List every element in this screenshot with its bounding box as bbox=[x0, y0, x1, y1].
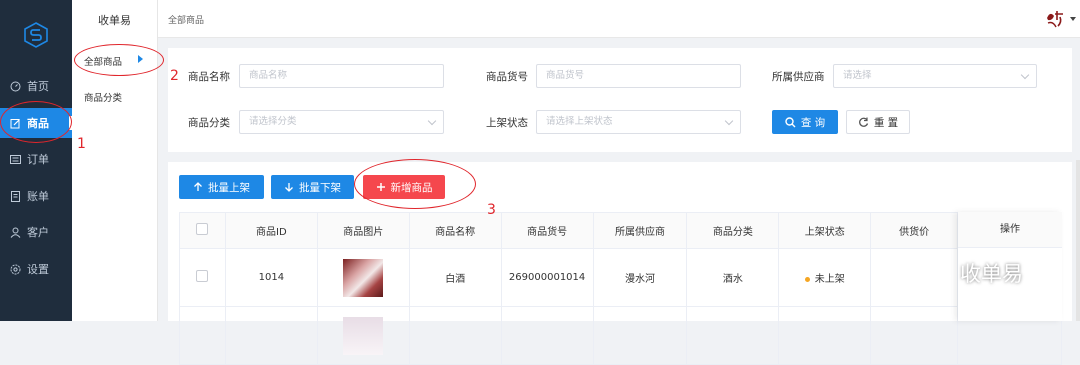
cell-product-id: 1014 bbox=[225, 248, 318, 307]
chevron-down-icon bbox=[724, 116, 734, 126]
column-header[interactable]: 上架状态 bbox=[778, 212, 872, 249]
column-header[interactable]: 商品分类 bbox=[686, 212, 780, 249]
top-bar: 全部商品 bbox=[158, 0, 1080, 38]
watermark-text: 收单易 bbox=[960, 262, 1023, 286]
s-logo-icon[interactable] bbox=[24, 22, 48, 48]
column-header[interactable]: 商品货号 bbox=[501, 212, 594, 249]
cell-supplier: 漫水河 bbox=[593, 248, 688, 307]
table-row[interactable] bbox=[179, 306, 1062, 365]
filter-status-label: 上架状态 bbox=[486, 117, 528, 129]
reset-button-label: 重 置 bbox=[873, 116, 899, 129]
user-icon bbox=[10, 227, 21, 238]
cell-product-code: 269000001014 bbox=[501, 248, 594, 307]
column-header[interactable]: 供货价 bbox=[870, 212, 959, 249]
cell-status: 未上架 bbox=[778, 248, 872, 307]
search-button[interactable]: 查 询 bbox=[772, 110, 838, 134]
nav-item-home[interactable]: 首页 bbox=[0, 71, 72, 101]
batch-on-shelf-button[interactable]: 批量上架 bbox=[179, 175, 264, 199]
subnav-title: 收单易 bbox=[98, 14, 131, 27]
subnav-item-categories[interactable]: 商品分类 bbox=[84, 90, 122, 104]
nav-label: 客户 bbox=[27, 226, 49, 239]
status-select-placeholder: 请选择上架状态 bbox=[546, 116, 613, 127]
list-icon bbox=[10, 154, 21, 165]
arrow-up-icon bbox=[194, 182, 202, 191]
category-select[interactable]: 请选择分类 bbox=[239, 110, 444, 134]
annotation-number: 3 bbox=[487, 202, 496, 218]
scrollbar[interactable] bbox=[1076, 160, 1080, 321]
gear-icon bbox=[10, 264, 21, 275]
wechat-icon bbox=[913, 260, 951, 286]
dashboard-icon bbox=[10, 81, 21, 92]
column-header[interactable]: 商品ID bbox=[225, 212, 318, 249]
column-header[interactable]: 所属供应商 bbox=[593, 212, 688, 249]
category-select-placeholder: 请选择分类 bbox=[249, 116, 297, 127]
filter-name-label: 商品名称 bbox=[188, 71, 230, 83]
nav-label: 首页 bbox=[27, 80, 49, 93]
supplier-select[interactable]: 请选择 bbox=[833, 64, 1037, 88]
select-all-cell bbox=[179, 212, 226, 249]
cell-product-name: 白酒 bbox=[409, 248, 502, 307]
product-name-input[interactable]: 商品名称 bbox=[239, 64, 444, 88]
row-checkbox[interactable] bbox=[196, 270, 209, 282]
filter-code-label: 商品货号 bbox=[486, 71, 528, 83]
filter-panel: 商品名称 商品名称 商品货号 商品货号 所属供应商 请选择 商品分类 请选择分类… bbox=[168, 48, 1072, 152]
refresh-icon bbox=[858, 117, 868, 127]
search-button-label: 查 询 bbox=[800, 116, 826, 129]
product-code-input[interactable]: 商品货号 bbox=[536, 64, 741, 88]
cell-product-image bbox=[317, 248, 410, 307]
chevron-down-icon bbox=[427, 116, 437, 126]
reset-button[interactable]: 重 置 bbox=[846, 110, 910, 134]
column-header: 操作 bbox=[958, 212, 1062, 248]
arrow-down-icon bbox=[285, 183, 293, 192]
nav-label: 订单 bbox=[27, 153, 49, 166]
user-menu-caret-icon[interactable] bbox=[1070, 17, 1076, 21]
column-header: 商品图片 bbox=[317, 212, 410, 249]
breadcrumb: 全部商品 bbox=[168, 16, 205, 26]
product-thumbnail[interactable] bbox=[343, 258, 384, 297]
nav-item-settings[interactable]: 设置 bbox=[0, 254, 72, 284]
status-dot-icon bbox=[804, 276, 810, 282]
annotation-circle-products bbox=[0, 101, 72, 143]
product-thumbnail[interactable] bbox=[343, 316, 384, 355]
status-select[interactable]: 请选择上架状态 bbox=[536, 110, 741, 134]
nav-label: 设置 bbox=[27, 263, 49, 276]
annotation-number: 2 bbox=[170, 68, 179, 84]
table-header-row: 商品ID 商品图片 商品名称 商品货号 所属供应商 商品分类 上架状态 供货价 bbox=[179, 212, 1062, 249]
annotation-number: 1 bbox=[77, 136, 86, 152]
nav-label: 账单 bbox=[27, 190, 49, 203]
batch-off-shelf-label: 批量下架 bbox=[299, 181, 341, 194]
filter-category-label: 商品分类 bbox=[188, 117, 230, 129]
search-icon bbox=[785, 116, 796, 127]
annotation-circle-add-product bbox=[354, 159, 476, 209]
filter-supplier-label: 所属供应商 bbox=[772, 71, 825, 83]
watermark: 收单易 bbox=[910, 258, 1023, 288]
row-select-cell bbox=[179, 248, 226, 307]
cell-category: 酒水 bbox=[686, 248, 780, 307]
batch-off-shelf-button[interactable]: 批量下架 bbox=[271, 175, 354, 199]
nav-item-bills[interactable]: 账单 bbox=[0, 181, 72, 211]
select-all-checkbox[interactable] bbox=[196, 223, 209, 235]
sidebar: 首页 商品 订单 账单 客户 设置 bbox=[0, 0, 72, 321]
annotation-circle-all-products bbox=[74, 44, 164, 76]
status-text: 未上架 bbox=[814, 274, 845, 285]
chevron-down-icon bbox=[1020, 70, 1030, 80]
avatar[interactable] bbox=[1044, 8, 1066, 30]
batch-on-shelf-label: 批量上架 bbox=[208, 181, 250, 194]
nav-item-customers[interactable]: 客户 bbox=[0, 217, 72, 247]
nav-item-orders[interactable]: 订单 bbox=[0, 144, 72, 174]
product-table: 商品ID 商品图片 商品名称 商品货号 所属供应商 商品分类 上架状态 供货价 … bbox=[179, 212, 1062, 365]
supplier-select-placeholder: 请选择 bbox=[843, 70, 872, 81]
bill-icon bbox=[10, 190, 21, 202]
